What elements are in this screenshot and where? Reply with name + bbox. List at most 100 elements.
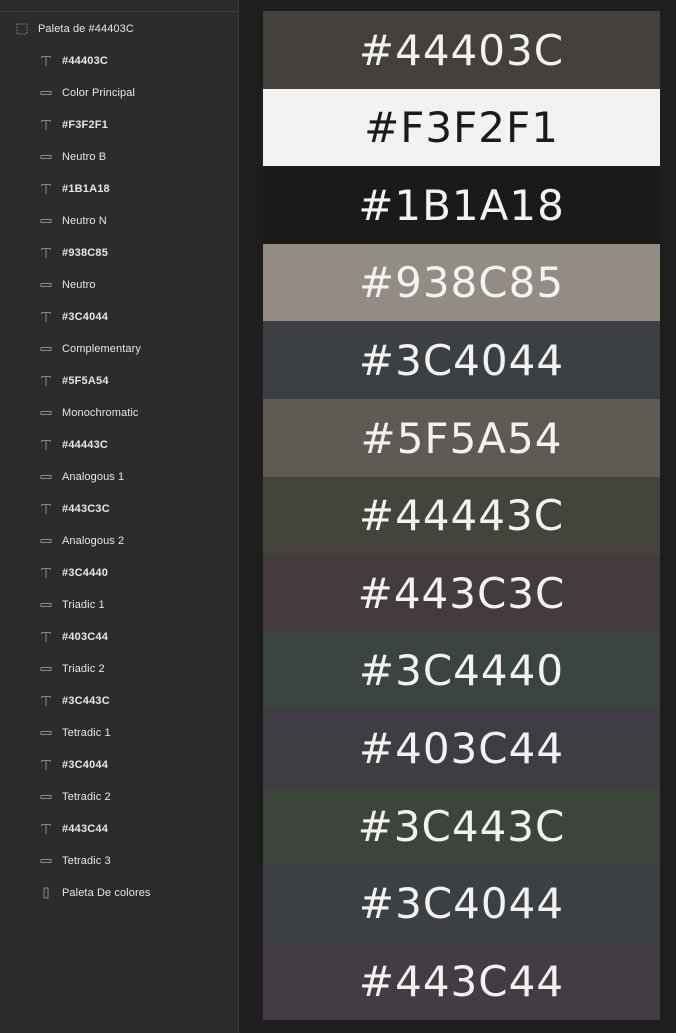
- text-icon: [40, 311, 52, 323]
- layer-label: Paleta de #44403C: [38, 23, 134, 35]
- layer-text-item[interactable]: #3C443C: [0, 685, 238, 717]
- color-swatch[interactable]: #5F5A54: [263, 399, 660, 477]
- layer-label: #5F5A54: [62, 375, 109, 387]
- rectangle-icon: [40, 151, 52, 163]
- layer-rect-item[interactable]: Analogous 1: [0, 461, 238, 493]
- rectangle-icon: [40, 599, 52, 611]
- swatch-hex-label: #5F5A54: [360, 413, 563, 463]
- layer-label: #3C4440: [62, 567, 109, 579]
- color-swatch[interactable]: #3C443C: [263, 787, 660, 865]
- layer-group-item[interactable]: Paleta De colores: [0, 877, 238, 909]
- color-swatch[interactable]: #F3F2F1: [263, 89, 660, 166]
- layer-label: #443C3C: [62, 503, 110, 515]
- rectangle-icon: [40, 727, 52, 739]
- layer-label: Tetradic 2: [62, 791, 111, 803]
- rectangle-icon: [40, 471, 52, 483]
- layer-rect-item[interactable]: Color Principal: [0, 77, 238, 109]
- swatch-hex-label: #F3F2F1: [364, 103, 559, 152]
- layer-label: Color Principal: [62, 87, 136, 99]
- color-swatch[interactable]: #44403C: [263, 11, 660, 89]
- swatch-hex-label: #443C3C: [357, 568, 566, 618]
- layer-label: #1B1A18: [62, 183, 110, 195]
- layer-label: #3C4044: [62, 311, 109, 323]
- canvas[interactable]: #44403C #F3F2F1 #1B1A18 #938C85 #3C4044 #5F5A…: [239, 0, 676, 1033]
- group-icon: [40, 887, 52, 899]
- layer-text-item[interactable]: #44443C: [0, 429, 238, 461]
- rectangle-icon: [40, 343, 52, 355]
- rectangle-icon: [40, 855, 52, 867]
- layer-rect-item[interactable]: Neutro B: [0, 141, 238, 173]
- swatch-hex-label: #3C4044: [358, 335, 565, 385]
- swatch-hex-label: #3C443C: [357, 801, 566, 851]
- layer-rect-item[interactable]: Triadic 1: [0, 589, 238, 621]
- layer-label: #938C85: [62, 247, 109, 259]
- layer-label: Paleta De colores: [62, 887, 151, 899]
- layer-label: Analogous 2: [62, 535, 125, 547]
- text-icon: [40, 119, 52, 131]
- color-swatch[interactable]: #3C4044: [263, 865, 660, 942]
- layer-rect-item[interactable]: Neutro N: [0, 205, 238, 237]
- rectangle-icon: [40, 791, 52, 803]
- layer-text-item[interactable]: #44403C: [0, 45, 238, 77]
- layer-label: Tetradic 3: [62, 855, 111, 867]
- rectangle-icon: [40, 279, 52, 291]
- layer-rect-item[interactable]: Triadic 2: [0, 653, 238, 685]
- layer-label: Analogous 1: [62, 471, 125, 483]
- text-icon: [40, 567, 52, 579]
- color-swatch[interactable]: #403C44: [263, 709, 660, 787]
- swatch-hex-label: #1B1A18: [358, 180, 565, 230]
- layer-label: Complementary: [62, 343, 141, 355]
- color-swatch[interactable]: #443C44: [263, 942, 660, 1020]
- swatch-hex-label: #403C44: [358, 723, 565, 773]
- text-icon: [40, 503, 52, 515]
- layer-rect-item[interactable]: Neutro: [0, 269, 238, 301]
- swatch-hex-label: #44403C: [358, 25, 565, 75]
- color-swatch[interactable]: #3C4440: [263, 632, 660, 709]
- rectangle-icon: [40, 215, 52, 227]
- layer-label: Neutro N: [62, 215, 107, 227]
- layer-rect-item[interactable]: Complementary: [0, 333, 238, 365]
- color-swatch[interactable]: #1B1A18: [263, 166, 660, 244]
- color-swatch[interactable]: #3C4044: [263, 321, 660, 399]
- layer-text-item[interactable]: #403C44: [0, 621, 238, 653]
- layer-label: #3C4044: [62, 759, 109, 771]
- layer-text-item[interactable]: #938C85: [0, 237, 238, 269]
- layer-label: #403C44: [62, 631, 109, 643]
- color-swatch[interactable]: #443C3C: [263, 554, 660, 632]
- layer-text-item[interactable]: #3C4044: [0, 301, 238, 333]
- swatch-hex-label: #443C44: [358, 956, 565, 1006]
- swatch-hex-label: #3C4440: [358, 646, 565, 695]
- layer-label: Neutro: [62, 279, 96, 291]
- text-icon: [40, 759, 52, 771]
- layer-label: #443C44: [62, 823, 109, 835]
- text-icon: [40, 55, 52, 67]
- layer-text-item[interactable]: #443C44: [0, 813, 238, 845]
- layer-text-item[interactable]: #3C4044: [0, 749, 238, 781]
- layer-text-item[interactable]: #3C4440: [0, 557, 238, 589]
- layer-text-item[interactable]: #5F5A54: [0, 365, 238, 397]
- color-swatch[interactable]: #44443C: [263, 477, 660, 554]
- text-icon: [40, 183, 52, 195]
- layer-text-item[interactable]: #F3F2F1: [0, 109, 238, 141]
- layer-text-item[interactable]: #1B1A18: [0, 173, 238, 205]
- frame-dashed-icon: [16, 23, 28, 35]
- swatch-hex-label: #44443C: [358, 491, 565, 540]
- layer-rect-item[interactable]: Monochromatic: [0, 397, 238, 429]
- rectangle-icon: [40, 663, 52, 675]
- layer-text-item[interactable]: #443C3C: [0, 493, 238, 525]
- text-icon: [40, 631, 52, 643]
- layer-label: Tetradic 1: [62, 727, 111, 739]
- text-icon: [40, 695, 52, 707]
- layer-rect-item[interactable]: Tetradic 3: [0, 845, 238, 877]
- layer-label: #F3F2F1: [62, 119, 109, 131]
- layer-frame-root[interactable]: Paleta de #44403C: [0, 13, 238, 45]
- panel-divider: [0, 11, 238, 12]
- layer-label: Neutro B: [62, 151, 107, 163]
- color-swatch[interactable]: #938C85: [263, 244, 660, 321]
- swatch-hex-label: #938C85: [358, 258, 565, 307]
- layer-rect-item[interactable]: Analogous 2: [0, 525, 238, 557]
- layer-rect-item[interactable]: Tetradic 2: [0, 781, 238, 813]
- layer-label: Monochromatic: [62, 407, 139, 419]
- layer-rect-item[interactable]: Tetradic 1: [0, 717, 238, 749]
- rectangle-icon: [40, 535, 52, 547]
